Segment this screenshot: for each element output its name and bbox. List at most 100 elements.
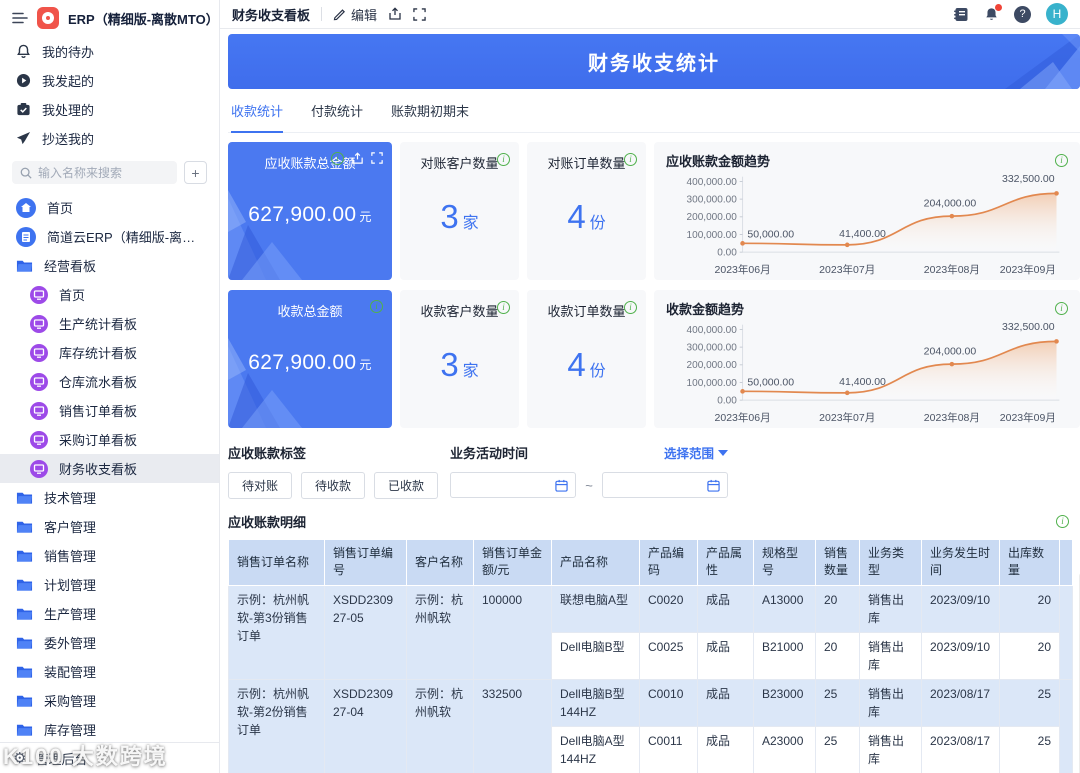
tab-period-balance[interactable]: 账款期初期末 — [391, 89, 469, 132]
svg-text:204,000.00: 204,000.00 — [924, 198, 977, 210]
cell-product-name: Dell电脑B型 144HZ — [552, 679, 640, 726]
sidebar-item-handled-by-me[interactable]: 我处理的 — [0, 95, 219, 124]
sidebar-board-inventory-stats[interactable]: 库存统计看板 — [0, 338, 219, 367]
cell-amount: 100000 — [474, 585, 552, 679]
col-header[interactable]: 业务发生时间 — [922, 540, 1000, 586]
select-range-link[interactable]: 选择范围 — [664, 443, 728, 462]
table-title: 应收账款明细 — [228, 512, 306, 531]
col-header[interactable]: 出库数量 — [1000, 540, 1060, 586]
card-receipt-orders[interactable]: 收款订单数量 4份 — [527, 290, 646, 428]
col-header[interactable]: 产品编码 — [640, 540, 698, 586]
sidebar-board-finance[interactable]: 财务收支看板 — [0, 454, 219, 483]
info-icon[interactable] — [624, 153, 637, 166]
card-reconciled-orders[interactable]: 对账订单数量 4份 — [527, 142, 646, 280]
folder-icon — [16, 636, 33, 650]
cell-product-name: 联想电脑A型 — [552, 585, 640, 632]
info-icon[interactable] — [370, 300, 383, 313]
contacts-icon[interactable] — [953, 7, 969, 22]
sidebar-item-cc-to-me[interactable]: 抄送我的 — [0, 124, 219, 153]
tab-receipt-stats[interactable]: 收款统计 — [231, 89, 283, 132]
edit-button[interactable]: 编辑 — [333, 5, 377, 24]
col-header[interactable]: 销售订单名称 — [229, 540, 325, 586]
sidebar-item-started-by-me[interactable]: 我发起的 — [0, 66, 219, 95]
cell-qty: 20 — [816, 632, 860, 679]
col-header[interactable]: 产品名称 — [552, 540, 640, 586]
col-header[interactable]: 销售数量 — [816, 540, 860, 586]
svg-text:50,000.00: 50,000.00 — [747, 377, 794, 389]
sidebar-folder-sales[interactable]: 销售管理 — [0, 541, 219, 570]
chart-receipt-trend[interactable]: 收款金额趋势 0.00100,000.00200,000.00300,000.0… — [654, 290, 1080, 428]
sidebar-folder-outsourcing[interactable]: 委外管理 — [0, 628, 219, 657]
sidebar-board-sales-orders[interactable]: 销售订单看板 — [0, 396, 219, 425]
card-value: 627,900.00元 — [228, 203, 392, 227]
cell-date: 2023/09/10 — [922, 632, 1000, 679]
info-icon[interactable] — [1055, 154, 1068, 167]
card-title: 收款总金额 — [228, 301, 392, 320]
card-value: 3家 — [400, 198, 519, 236]
hamburger-menu-icon[interactable] — [12, 12, 28, 24]
col-header[interactable]: 业务类型 — [860, 540, 922, 586]
sidebar-folder-inventory[interactable]: 库存管理 — [0, 715, 219, 742]
tag-pending-reconcile[interactable]: 待对账 — [228, 472, 292, 499]
table-row[interactable]: 示例：杭州帆软-第2份销售订单 XSDD230927-04 示例：杭州帆软 33… — [229, 679, 1073, 726]
sidebar-folder-purchasing[interactable]: 采购管理 — [0, 686, 219, 715]
info-icon[interactable] — [1055, 302, 1068, 315]
help-icon[interactable] — [1014, 6, 1031, 23]
card-receipt-total[interactable]: 收款总金额 627,900.00元 — [228, 290, 392, 428]
notifications-button[interactable] — [984, 7, 999, 22]
dashboard-icon — [30, 344, 48, 362]
card-receivable-total[interactable]: 应收账款总金额 627,900.00元 — [228, 142, 392, 280]
sidebar-board-production-stats[interactable]: 生产统计看板 — [0, 309, 219, 338]
info-icon[interactable] — [497, 153, 510, 166]
share-button[interactable] — [388, 7, 402, 21]
sidebar-folder-customer[interactable]: 客户管理 — [0, 512, 219, 541]
app-logo[interactable] — [37, 7, 59, 29]
card-value: 627,900.00元 — [228, 351, 392, 375]
search-input-wrap[interactable] — [12, 161, 177, 184]
cell-order-no: XSDD230927-04 — [325, 679, 407, 773]
admin-console-button[interactable]: 管理后台 — [0, 742, 219, 773]
info-icon[interactable] — [331, 152, 344, 165]
avatar[interactable]: H — [1046, 3, 1068, 25]
fullscreen-button[interactable] — [413, 8, 426, 21]
sidebar-item-label: 我处理的 — [42, 100, 94, 119]
col-header[interactable]: 销售订单金额/元 — [474, 540, 552, 586]
date-from-input[interactable] — [450, 472, 576, 498]
fullscreen-icon[interactable] — [371, 152, 383, 168]
tab-payment-stats[interactable]: 付款统计 — [311, 89, 363, 132]
sidebar-folder-tech[interactable]: 技术管理 — [0, 483, 219, 512]
col-header[interactable]: 产品属性 — [698, 540, 754, 586]
card-receipt-customers[interactable]: 收款客户数量 3家 — [400, 290, 519, 428]
col-header[interactable]: 规格型号 — [754, 540, 816, 586]
sidebar-board-warehouse-flow[interactable]: 仓库流水看板 — [0, 367, 219, 396]
chart-receivable-trend[interactable]: 应收账款金额趋势 0.00100,000.00200,000.00300,000… — [654, 142, 1080, 280]
sidebar-folder-planning[interactable]: 计划管理 — [0, 570, 219, 599]
table-row[interactable]: 示例：杭州帆软-第3份销售订单 XSDD230927-05 示例：杭州帆软 10… — [229, 585, 1073, 632]
info-icon[interactable] — [1056, 515, 1069, 528]
folder-icon — [16, 259, 33, 273]
col-header[interactable]: 销售订单编号 — [325, 540, 407, 586]
tag-received[interactable]: 已收款 — [374, 472, 438, 499]
sidebar-item-jiandaoyun-erp[interactable]: 简道云ERP（精细版-离散MTO）「... — [0, 222, 219, 251]
col-header[interactable]: 客户名称 — [407, 540, 474, 586]
sidebar-board-purchase-orders[interactable]: 采购订单看板 — [0, 425, 219, 454]
sidebar-item-my-todo[interactable]: 我的待办 — [0, 37, 219, 66]
add-button[interactable] — [184, 161, 207, 184]
dashboard-icon — [30, 460, 48, 478]
info-icon[interactable] — [497, 301, 510, 314]
tag-pending-receipt[interactable]: 待收款 — [301, 472, 365, 499]
sidebar-board-home[interactable]: 首页 — [0, 280, 219, 309]
info-icon[interactable] — [624, 301, 637, 314]
sidebar-folder-production[interactable]: 生产管理 — [0, 599, 219, 628]
svg-text:400,000.00: 400,000.00 — [687, 325, 738, 336]
date-to-input[interactable] — [602, 472, 728, 498]
sidebar-menu: 我的待办 我发起的 我处理的 抄送我的 — [0, 35, 219, 742]
share-icon[interactable] — [351, 152, 364, 168]
admin-console-label: 管理后台 — [35, 749, 87, 768]
card-reconciled-customers[interactable]: 对账客户数量 3家 — [400, 142, 519, 280]
sidebar-item-home[interactable]: 首页 — [0, 193, 219, 222]
search-input[interactable] — [38, 166, 169, 180]
sidebar-item-business-boards[interactable]: 经营看板 — [0, 251, 219, 280]
sidebar-folder-assembly[interactable]: 装配管理 — [0, 657, 219, 686]
cell-product-code: C0025 — [640, 632, 698, 679]
